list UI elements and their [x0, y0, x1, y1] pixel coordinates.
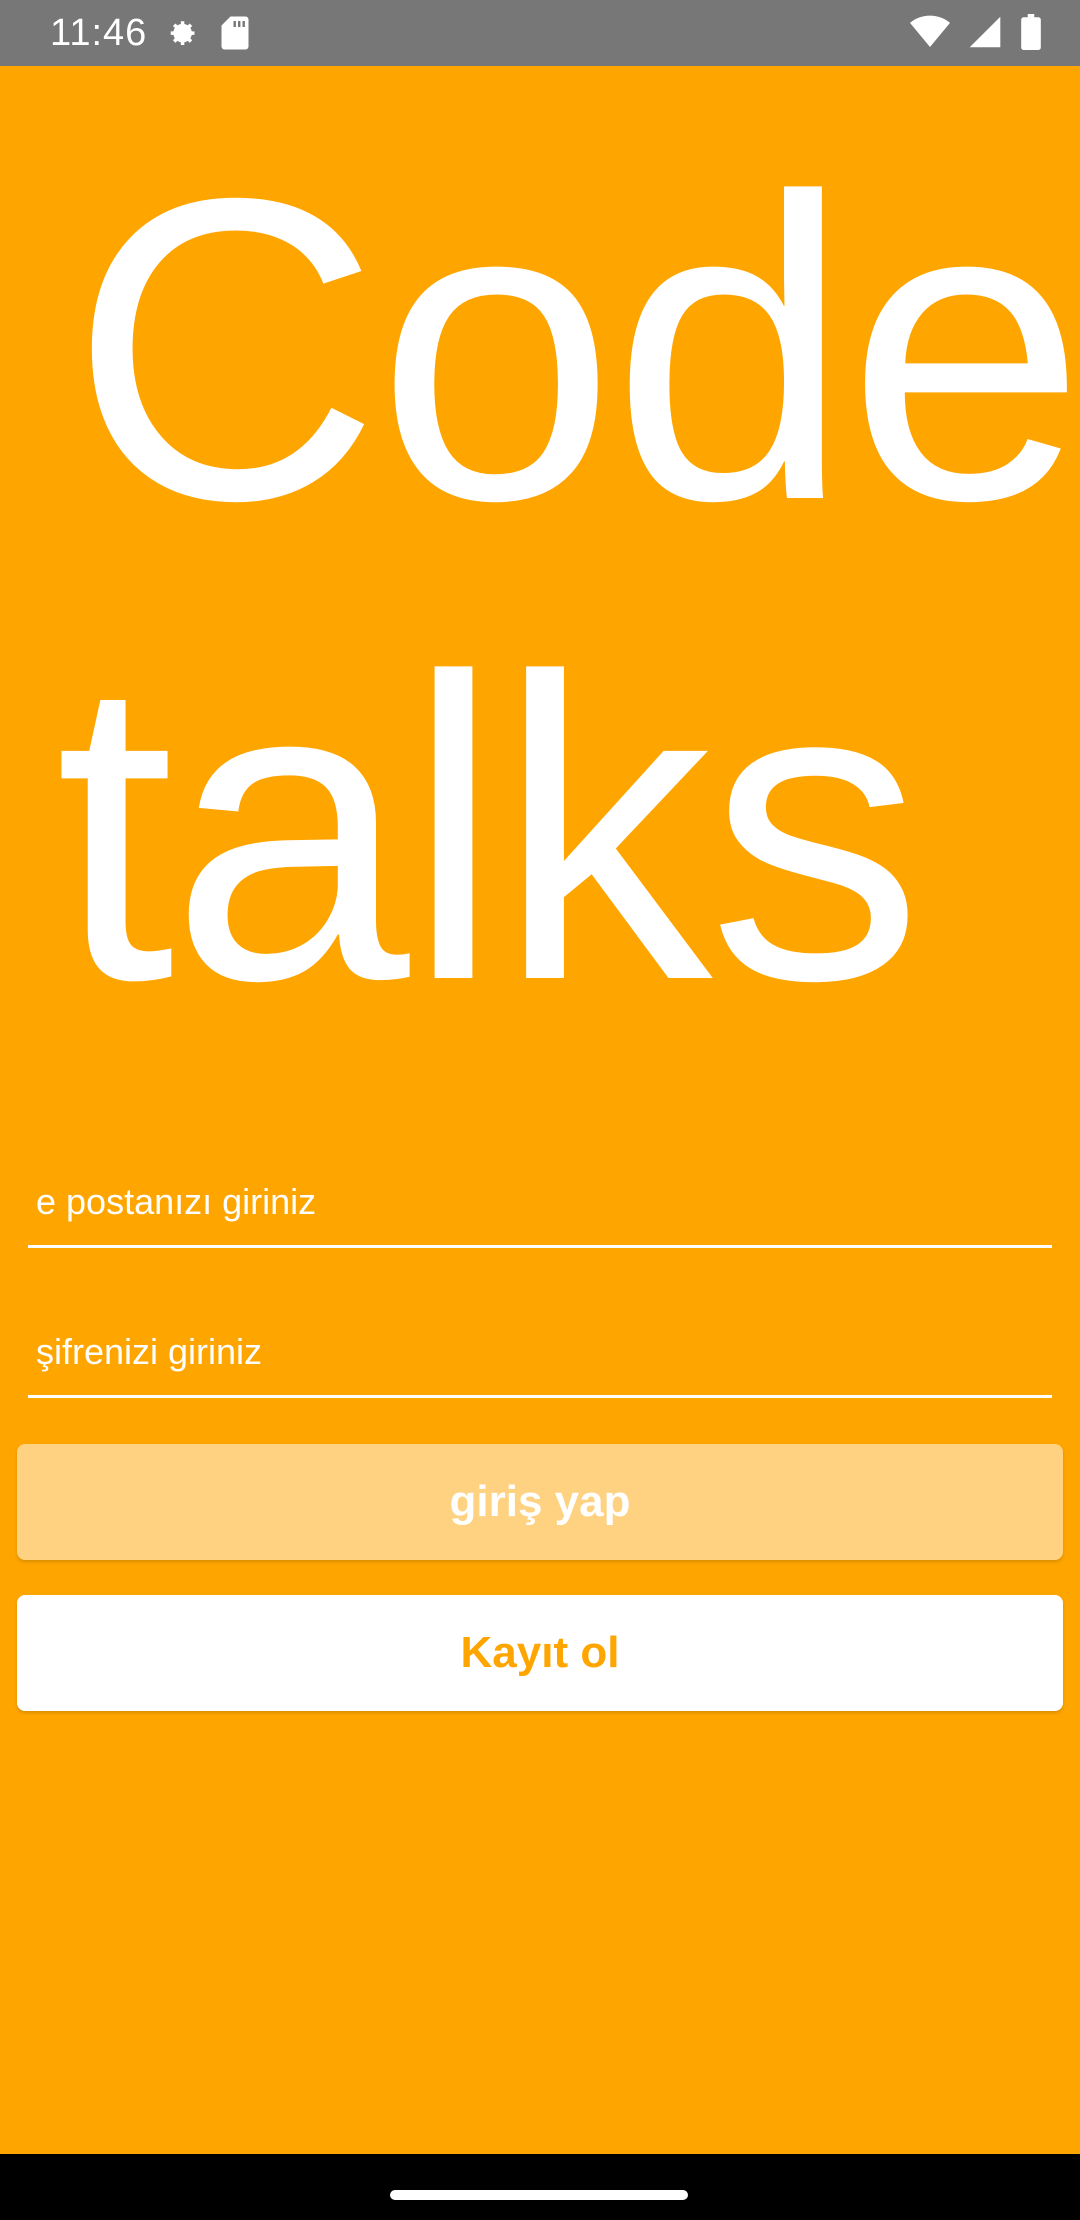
password-input[interactable]: [36, 1331, 1036, 1373]
login-button[interactable]: giriş yap: [17, 1444, 1063, 1560]
home-gesture-handle[interactable]: [390, 2190, 688, 2200]
register-button-label: Kayıt ol: [460, 1628, 620, 1677]
status-bar: 11:46: [0, 0, 1080, 66]
sd-card-icon: [220, 15, 250, 51]
logo-line-code: Code: [70, 110, 1080, 590]
status-time: 11:46: [50, 12, 148, 54]
logo-line-talks: talks: [55, 590, 923, 1070]
wifi-icon: [910, 15, 950, 49]
register-button[interactable]: Kayıt ol: [17, 1595, 1063, 1711]
login-button-label: giriş yap: [449, 1477, 631, 1526]
status-left-icons: [162, 14, 250, 52]
settings-gear-icon: [162, 14, 200, 52]
app-logo: Code talks: [0, 110, 1080, 1070]
cell-signal-icon: [968, 15, 1002, 49]
email-input[interactable]: [36, 1181, 1036, 1223]
email-field[interactable]: [28, 1168, 1052, 1248]
navigation-bar: [0, 2154, 1080, 2220]
battery-icon: [1020, 14, 1042, 50]
password-field[interactable]: [28, 1318, 1052, 1398]
status-right-icons: [910, 14, 1042, 50]
